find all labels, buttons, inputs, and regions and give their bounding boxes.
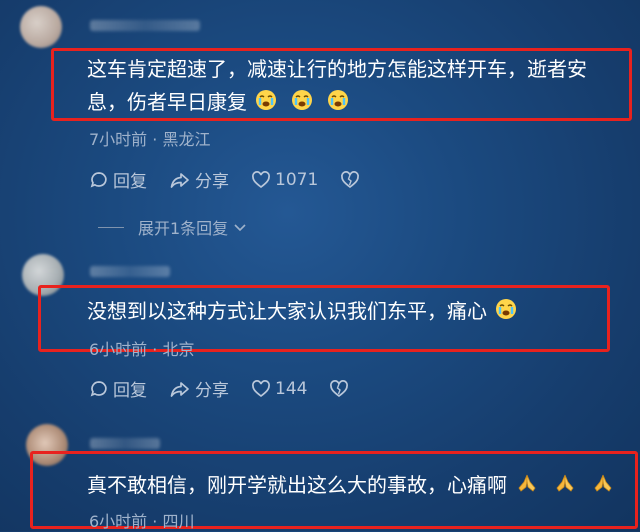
crying-face-icon bbox=[291, 87, 313, 121]
username-blurred[interactable] bbox=[90, 20, 200, 31]
reply-label: 回复 bbox=[113, 172, 147, 192]
share-arrow-icon bbox=[170, 381, 189, 397]
meta-separator: · bbox=[147, 130, 163, 149]
dislike-button[interactable] bbox=[329, 379, 353, 399]
dislike-button[interactable] bbox=[340, 170, 364, 190]
chevron-down-icon bbox=[234, 224, 246, 232]
reply-button[interactable]: 回复 bbox=[89, 376, 147, 401]
comment-time: 6小时前 bbox=[89, 340, 148, 359]
comment-meta: 6小时前 · 北京 bbox=[89, 336, 194, 360]
expand-divider bbox=[98, 226, 124, 228]
like-button[interactable]: 1071 bbox=[251, 170, 318, 190]
comment-text: 没想到以这种方式让大家认识我们东平，痛心 bbox=[87, 294, 517, 330]
reply-button[interactable]: 回复 bbox=[89, 167, 147, 192]
expand-label: 展开1条回复 bbox=[138, 219, 229, 238]
comment-location: 四川 bbox=[162, 512, 195, 531]
username-blurred[interactable] bbox=[90, 438, 160, 449]
comment-actions: 回复 分享 1071 bbox=[89, 167, 386, 192]
broken-heart-icon bbox=[341, 170, 360, 188]
share-label: 分享 bbox=[195, 381, 229, 401]
comment-location: 黑龙江 bbox=[162, 130, 211, 149]
share-arrow-icon bbox=[170, 172, 189, 188]
share-label: 分享 bbox=[195, 172, 229, 192]
praying-hands-icon bbox=[591, 470, 615, 504]
comment-text: 真不敢相信，刚开学就出这么大的事故，心痛啊 bbox=[87, 468, 615, 504]
like-count: 144 bbox=[275, 378, 308, 399]
crying-face-icon bbox=[255, 87, 277, 121]
share-button[interactable]: 分享 bbox=[169, 167, 229, 192]
heart-icon bbox=[252, 379, 270, 397]
praying-hands-icon bbox=[553, 470, 577, 504]
meta-separator: · bbox=[147, 512, 163, 531]
like-button[interactable]: 144 bbox=[251, 379, 307, 399]
avatar[interactable] bbox=[20, 6, 62, 48]
crying-face-icon bbox=[495, 296, 517, 330]
comment-text: 息，伤者早日康复 bbox=[87, 85, 349, 121]
comment-text-line: 息，伤者早日康复 bbox=[87, 90, 247, 114]
comment-text-line: 没想到以这种方式让大家认识我们东平，痛心 bbox=[87, 299, 487, 323]
comment-text: 这车肯定超速了，减速让行的地方怎能这样开车，逝者安 bbox=[87, 52, 587, 86]
praying-hands-icon bbox=[515, 470, 539, 504]
expand-replies-button[interactable]: 展开1条回复 bbox=[98, 215, 248, 239]
heart-icon bbox=[252, 170, 270, 188]
comment-text-line: 真不敢相信，刚开学就出这么大的事故，心痛啊 bbox=[87, 473, 507, 497]
reply-label: 回复 bbox=[113, 381, 147, 401]
broken-heart-icon bbox=[330, 379, 349, 397]
comment-location: 北京 bbox=[162, 340, 195, 359]
username-blurred[interactable] bbox=[90, 266, 170, 277]
crying-face-icon bbox=[327, 87, 349, 121]
share-button[interactable]: 分享 bbox=[169, 376, 229, 401]
reply-bubble-icon bbox=[90, 380, 107, 397]
like-count: 1071 bbox=[275, 169, 319, 190]
comment-meta: 7小时前 · 黑龙江 bbox=[89, 126, 210, 150]
reply-bubble-icon bbox=[90, 171, 107, 188]
comment-time: 6小时前 bbox=[89, 512, 148, 531]
comment-time: 7小时前 bbox=[89, 130, 148, 149]
comment-meta: 6小时前 · 四川 bbox=[89, 508, 194, 532]
comment-actions: 回复 分享 144 bbox=[89, 376, 375, 401]
meta-separator: · bbox=[147, 340, 163, 359]
comment-text-line: 这车肯定超速了，减速让行的地方怎能这样开车，逝者安 bbox=[87, 57, 587, 81]
